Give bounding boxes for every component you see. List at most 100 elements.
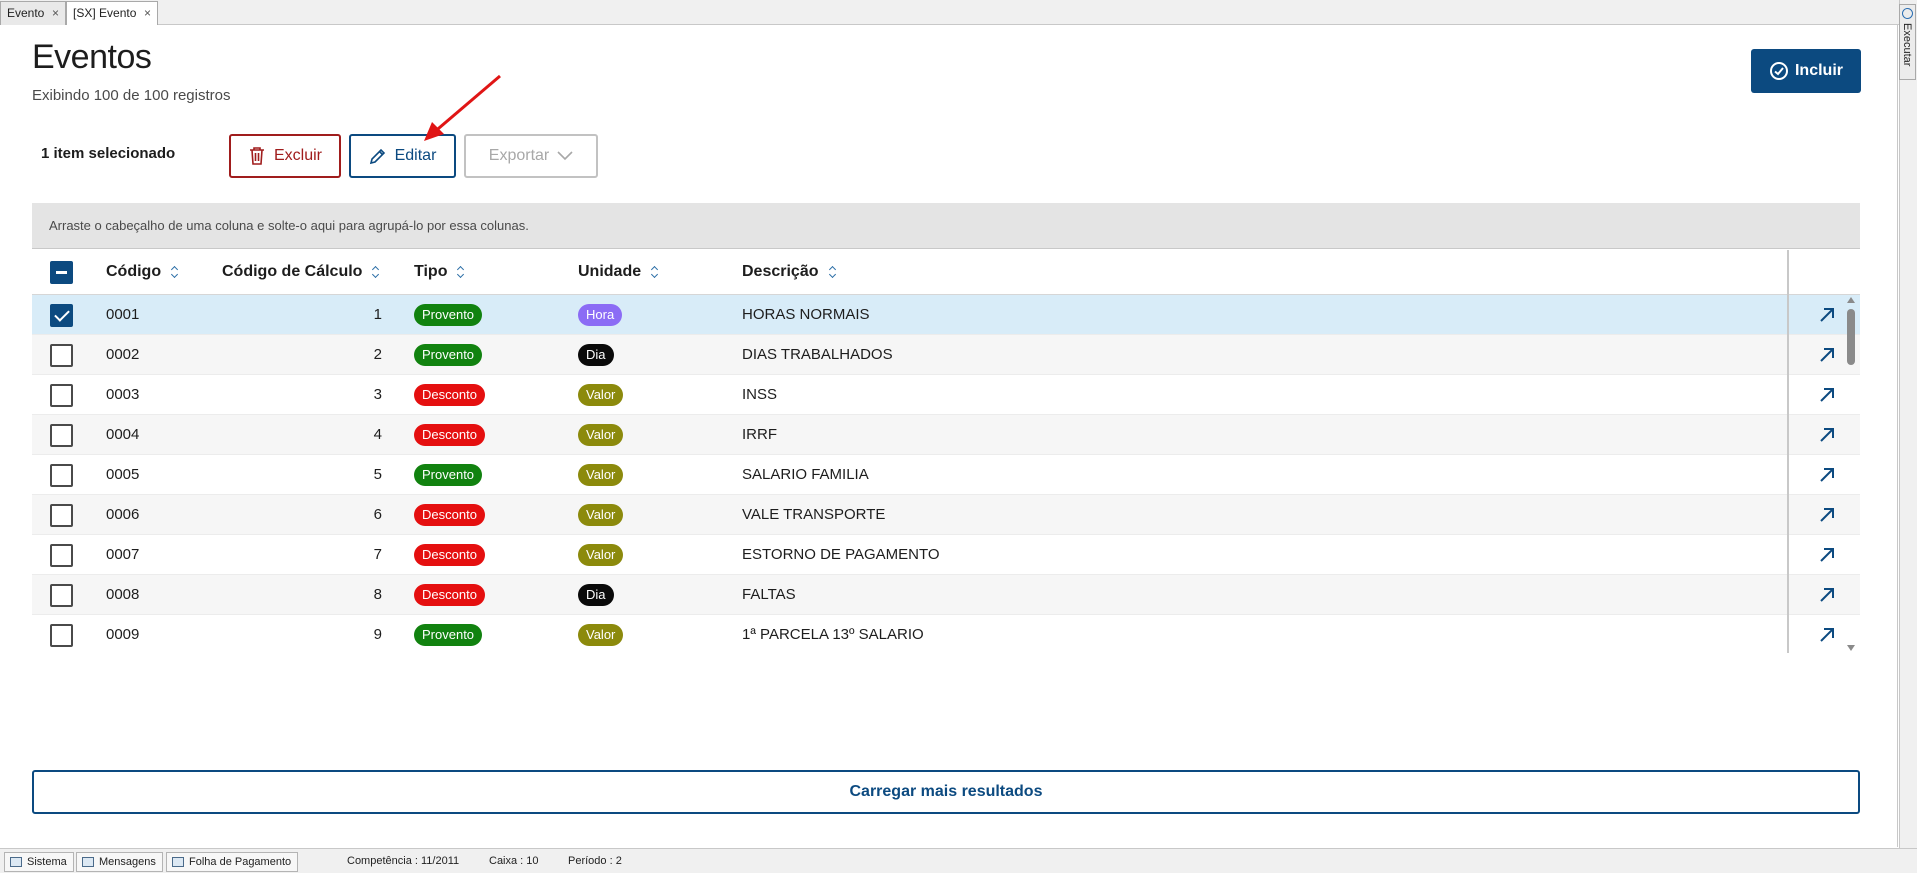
unidade-badge: Valor (578, 464, 624, 486)
scroll-down-icon[interactable] (1847, 645, 1855, 651)
column-header-label: Descrição (742, 263, 819, 280)
cell-codigo: 0008 (106, 586, 140, 603)
column-header-unidade[interactable]: Unidade (578, 263, 659, 281)
row-checkbox[interactable] (50, 384, 73, 407)
cell-codigo-calculo: 1 (373, 306, 382, 323)
scrollbar-thumb[interactable] (1847, 309, 1855, 365)
cell-codigo: 0002 (106, 346, 140, 363)
cell-codigo: 0007 (106, 546, 140, 563)
row-actions-column (1787, 250, 1842, 653)
load-more-button[interactable]: Carregar mais resultados (32, 770, 1860, 814)
tipo-badge: Desconto (414, 424, 485, 446)
unidade-badge: Valor (578, 544, 624, 566)
column-header-label: Código de Cálculo (222, 263, 363, 280)
table-row[interactable]: 0008 8 Desconto Dia FALTAS (32, 575, 1860, 615)
close-icon[interactable]: × (144, 2, 151, 24)
sort-icon (171, 266, 179, 278)
status-competencia: Competência : 11/2011 (347, 855, 460, 867)
status-bar: Sistema Mensagens Folha de Pagamento Com… (0, 848, 1917, 873)
column-header-descricao[interactable]: Descrição (742, 263, 837, 281)
incluir-button[interactable]: Incluir (1751, 49, 1861, 93)
table-row[interactable]: 0005 5 Provento Valor SALARIO FAMILIA (32, 455, 1860, 495)
table-scrollbar[interactable] (1844, 295, 1858, 653)
unidade-badge: Dia (578, 584, 614, 606)
events-table: Código Código de Cálculo Tipo Unidade De… (32, 250, 1860, 653)
table-row[interactable]: 0009 9 Provento Valor 1ª PARCELA 13º SALARIO (32, 615, 1860, 653)
column-header-codigo[interactable]: Código (106, 263, 179, 281)
column-header-label: Código (106, 263, 162, 280)
group-by-hint: Arraste o cabeçalho de uma coluna e solt… (49, 218, 529, 233)
row-checkbox[interactable] (50, 424, 73, 447)
close-icon[interactable]: × (52, 2, 59, 24)
cell-descricao: INSS (742, 386, 778, 403)
table-row[interactable]: 0002 2 Provento Dia DIAS TRABALHADOS (32, 335, 1860, 375)
tipo-badge: Provento (414, 624, 483, 646)
unidade-badge: Valor (578, 624, 624, 646)
row-checkbox[interactable] (50, 624, 73, 647)
window-tab-label: [SX] Evento (73, 6, 137, 20)
window-tab-sx-evento[interactable]: [SX] Evento × (66, 1, 158, 26)
row-checkbox[interactable] (50, 584, 73, 607)
window-tab-strip: Evento × [SX] Evento × (0, 0, 1917, 26)
cell-descricao: ESTORNO DE PAGAMENTO (742, 546, 940, 563)
row-checkbox[interactable] (50, 344, 73, 367)
status-tab-mensagens[interactable]: Mensagens (76, 852, 163, 872)
window-tab-evento[interactable]: Evento × (0, 1, 66, 25)
row-checkbox[interactable] (50, 544, 73, 567)
cell-codigo-calculo: 7 (373, 546, 382, 563)
cell-codigo-calculo: 3 (373, 386, 382, 403)
table-row[interactable]: 0004 4 Desconto Valor IRRF (32, 415, 1860, 455)
status-periodo: Período : 2 (568, 855, 622, 867)
payroll-icon (172, 857, 184, 867)
cell-codigo: 0006 (106, 506, 140, 523)
sort-icon (651, 266, 659, 278)
cell-descricao: DIAS TRABALHADOS (742, 346, 893, 363)
cell-codigo: 0005 (106, 466, 140, 483)
cell-descricao: FALTAS (742, 586, 796, 603)
cell-codigo-calculo: 9 (373, 626, 382, 643)
scroll-up-icon[interactable] (1847, 297, 1855, 303)
unidade-badge: Valor (578, 384, 624, 406)
row-checkbox[interactable] (50, 504, 73, 527)
editar-button-label: Editar (394, 147, 437, 164)
window-tab-label: Evento (7, 6, 45, 20)
cell-codigo-calculo: 2 (373, 346, 382, 363)
status-tab-label: Sistema (27, 856, 67, 868)
status-tab-folha[interactable]: Folha de Pagamento (166, 852, 299, 872)
row-checkbox[interactable] (50, 464, 73, 487)
trash-icon (249, 147, 264, 165)
column-header-label: Tipo (414, 263, 448, 280)
table-row[interactable]: 0007 7 Desconto Valor ESTORNO DE PAGAMENTO (32, 535, 1860, 575)
message-icon (82, 857, 94, 867)
unidade-badge: Dia (578, 344, 614, 366)
status-caixa: Caixa : 10 (489, 855, 539, 867)
column-header-codigo-calculo[interactable]: Código de Cálculo (222, 263, 380, 281)
tipo-badge: Desconto (414, 584, 485, 606)
cell-codigo: 0003 (106, 386, 140, 403)
unidade-badge: Valor (578, 424, 624, 446)
cell-codigo: 0004 (106, 426, 140, 443)
sort-icon (457, 266, 465, 278)
table-header: Código Código de Cálculo Tipo Unidade De… (32, 250, 1860, 295)
excluir-button[interactable]: Excluir (229, 134, 341, 178)
tipo-badge: Provento (414, 464, 483, 486)
select-all-checkbox[interactable] (50, 261, 73, 284)
group-by-dropzone[interactable]: Arraste o cabeçalho de uma coluna e solt… (32, 203, 1860, 249)
page-title: Eventos (32, 38, 152, 76)
column-header-tipo[interactable]: Tipo (414, 263, 465, 281)
check-circle-icon (1769, 62, 1788, 80)
cell-codigo-calculo: 6 (373, 506, 382, 523)
tipo-badge: Desconto (414, 504, 485, 526)
table-row[interactable]: 0001 1 Provento Hora HORAS NORMAIS (32, 295, 1860, 335)
excluir-button-label: Excluir (273, 147, 322, 164)
cell-descricao: HORAS NORMAIS (742, 306, 870, 323)
table-row[interactable]: 0006 6 Desconto Valor VALE TRANSPORTE (32, 495, 1860, 535)
chevron-down-icon (557, 151, 573, 161)
status-tab-sistema[interactable]: Sistema (4, 852, 74, 872)
side-tab-executar[interactable]: Executar (1899, 4, 1916, 80)
unidade-badge: Hora (578, 304, 623, 326)
row-checkbox[interactable] (50, 304, 73, 327)
load-more-label: Carregar mais resultados (849, 783, 1043, 800)
cell-descricao: VALE TRANSPORTE (742, 506, 886, 523)
table-row[interactable]: 0003 3 Desconto Valor INSS (32, 375, 1860, 415)
